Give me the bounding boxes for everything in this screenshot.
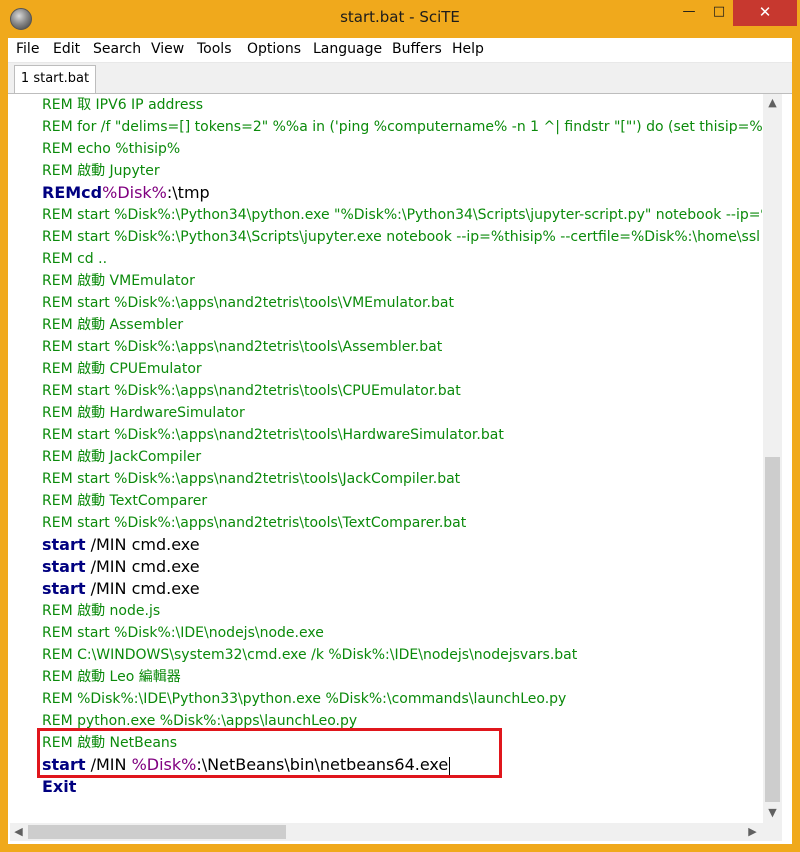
code-line: REM start %Disk%:\apps\nand2tetris\tools… — [42, 339, 443, 355]
code-line: REM 啟動 VMEmulator — [42, 273, 195, 289]
code-line: REM start %Disk%:\apps\nand2tetris\tools… — [42, 427, 504, 443]
code-line: REM 啟動 Jupyter — [42, 163, 160, 179]
client-area: File Edit Search View Tools Options Lang… — [8, 38, 792, 844]
code-line: REM 啟動 CPUEmulator — [42, 361, 202, 377]
minimize-button[interactable]: — — [672, 0, 706, 26]
code-line: REM 啟動 TextComparer — [42, 493, 208, 509]
code-line: REM 啟動 Leo 編輯器 — [42, 669, 181, 685]
code-line: REM start %Disk%:\apps\nand2tetris\tools… — [42, 515, 467, 531]
argument-token: /MIN — [85, 755, 132, 774]
code-line: REM 啟動 NetBeans — [42, 735, 178, 751]
code-line: REM python.exe %Disk%:\apps\launchLeo.py — [42, 713, 358, 729]
scrollbar-corner — [763, 823, 782, 841]
code-editor[interactable]: REM 取 IPV6 IP address REM for /f "delims=… — [10, 94, 762, 823]
code-line: REM 啟動 HardwareSimulator — [42, 405, 245, 421]
keyword-token: Exit — [42, 777, 77, 796]
argument-token: /MIN cmd.exe — [85, 579, 200, 598]
menu-view[interactable]: View — [151, 41, 184, 57]
variable-token: %Disk% — [131, 755, 197, 774]
keyword-token: start — [42, 579, 86, 598]
code-line: REM start %Disk%:\Python34\Scripts\jupyt… — [42, 229, 760, 245]
menu-buffers[interactable]: Buffers — [392, 41, 442, 57]
code-line: start /MIN cmd.exe — [42, 578, 200, 600]
menu-options[interactable]: Options — [247, 41, 301, 57]
horizontal-scroll-thumb[interactable] — [28, 825, 286, 839]
code-line: start /MIN cmd.exe — [42, 534, 200, 556]
argument-token: :\NetBeans\bin\netbeans64.exe — [196, 755, 449, 774]
code-line: REM echo %thisip% — [42, 141, 181, 157]
code-line: REM start %Disk%:\apps\nand2tetris\tools… — [42, 295, 454, 311]
code-line: start /MIN cmd.exe — [42, 556, 200, 578]
keyword-token: REMcd — [42, 183, 103, 202]
code-line: Exit — [42, 776, 76, 798]
maximize-button[interactable]: □ — [706, 0, 732, 26]
argument-token: /MIN cmd.exe — [85, 557, 200, 576]
keyword-token: start — [42, 755, 86, 774]
code-line: REM start %Disk%:\IDE\nodejs\node.exe — [42, 625, 324, 641]
code-line: REM C:\WINDOWS\system32\cmd.exe /k %Disk… — [42, 647, 578, 663]
keyword-token: start — [42, 557, 86, 576]
close-button[interactable]: ✕ — [733, 0, 797, 26]
keyword-token: start — [42, 535, 86, 554]
menu-search[interactable]: Search — [93, 41, 141, 57]
horizontal-scrollbar[interactable]: ◀ ▶ — [10, 823, 763, 841]
code-line: start /MIN %Disk%:\NetBeans\bin\netbeans… — [42, 754, 451, 776]
scroll-left-arrow[interactable]: ◀ — [10, 823, 27, 841]
variable-token: %Disk% — [102, 183, 167, 202]
menu-bar: File Edit Search View Tools Options Lang… — [8, 38, 792, 63]
scroll-right-arrow[interactable]: ▶ — [744, 823, 761, 841]
buffer-tab-bar: 1 start.bat — [8, 63, 792, 94]
vertical-scroll-thumb[interactable] — [765, 457, 780, 802]
code-line: REM 取 IPV6 IP address — [42, 97, 204, 113]
code-line: REM start %Disk%:\apps\nand2tetris\tools… — [42, 471, 461, 487]
menu-language[interactable]: Language — [313, 41, 382, 57]
code-line: REM %Disk%:\IDE\Python33\python.exe %Dis… — [42, 691, 567, 707]
scroll-down-arrow[interactable]: ▼ — [763, 804, 782, 821]
menu-file[interactable]: File — [16, 41, 39, 57]
argument-token: :\tmp — [166, 183, 210, 202]
code-line: REM 啟動 JackCompiler — [42, 449, 202, 465]
code-line: REMcd%Disk%:\tmp — [42, 182, 210, 204]
menu-tools[interactable]: Tools — [197, 41, 232, 57]
code-line: REM start %Disk%:\apps\nand2tetris\tools… — [42, 383, 461, 399]
menu-help[interactable]: Help — [452, 41, 484, 57]
code-line: REM start %Disk%:\Python34\python.exe "%… — [42, 207, 762, 223]
vertical-scrollbar[interactable]: ▲ ▼ — [763, 94, 782, 823]
code-line: REM for /f "delims=[] tokens=2" %%a in (… — [42, 119, 762, 135]
scroll-up-arrow[interactable]: ▲ — [763, 94, 782, 111]
code-line: REM 啟動 node.js — [42, 603, 161, 619]
tab-start-bat[interactable]: 1 start.bat — [14, 65, 96, 93]
code-line: REM cd .. — [42, 251, 108, 267]
scite-window: start.bat - SciTE — □ ✕ File Edit Search… — [0, 0, 800, 852]
title-bar[interactable]: start.bat - SciTE — □ ✕ — [0, 0, 800, 38]
text-caret — [449, 756, 451, 775]
argument-token: /MIN cmd.exe — [85, 535, 200, 554]
menu-edit[interactable]: Edit — [53, 41, 80, 57]
code-line: REM 啟動 Assembler — [42, 317, 184, 333]
